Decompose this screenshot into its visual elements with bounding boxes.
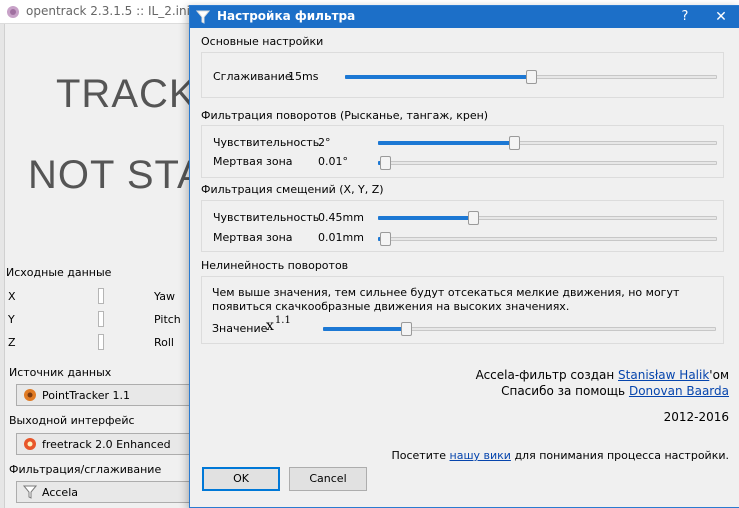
pointtracker-icon xyxy=(23,388,37,402)
tracker-source-value: PointTracker 1.1 xyxy=(42,389,130,402)
wiki-visit-suffix: для понимания процесса настройки. xyxy=(510,449,729,462)
axis-x-meter xyxy=(98,288,104,304)
nonlinearity-description: Чем выше значения, тем сильнее будут отс… xyxy=(212,286,680,313)
credit-thanks-line: Спасибо за помощь Donovan Baarda xyxy=(501,384,729,398)
tracker-source-select[interactable]: PointTracker 1.1 xyxy=(16,384,192,406)
opentrack-logo-icon xyxy=(6,5,20,19)
translation-sensitivity-label: Чувствительность xyxy=(213,211,320,224)
axis-z-label: Z xyxy=(8,336,16,349)
raw-data-label: Исходные данные xyxy=(6,266,112,279)
slider-fill xyxy=(345,75,531,79)
smoothing-slider[interactable] xyxy=(345,70,717,84)
main-window-title: opentrack 2.3.1.5 :: IL_2.ini xyxy=(26,4,190,18)
rotation-sensitivity-slider[interactable] xyxy=(378,136,717,150)
cancel-button[interactable]: Cancel xyxy=(289,467,367,491)
axis-x-label: X xyxy=(8,290,16,303)
credit-author-prefix: Accela-фильтр создан xyxy=(475,368,619,382)
dialog-titlebar: Настройка фильтра ? ✕ xyxy=(190,6,739,28)
smoothing-value: 15ms xyxy=(288,70,319,83)
tracking-status-line2: NOT STA xyxy=(28,153,205,197)
rotation-deadzone-value: 0.01° xyxy=(318,155,348,168)
rotation-filter-group: Чувствительность 2° Мертвая зона 0.01° xyxy=(201,125,724,178)
slider-fill xyxy=(378,141,514,145)
credit-author-suffix: 'ом xyxy=(709,368,729,382)
filter-label: Фильтрация/сглаживание xyxy=(9,463,162,476)
translation-deadzone-value: 0.01mm xyxy=(318,231,364,244)
wiki-link[interactable]: нашу вики xyxy=(450,449,511,462)
credit-years: 2012-2016 xyxy=(663,410,729,424)
slider-handle[interactable] xyxy=(467,211,479,225)
nonlinearity-value-label: Значение xyxy=(212,322,268,335)
translation-sensitivity-slider[interactable] xyxy=(378,211,717,225)
smoothing-label: Сглаживание xyxy=(213,70,292,83)
nonlinearity-exponent: x1.1 xyxy=(266,315,291,334)
freetrack-icon xyxy=(23,437,37,451)
wiki-visit-prefix: Посетите xyxy=(391,449,450,462)
nonlinearity-title: Нелинейность поворотов xyxy=(201,259,349,272)
axis-pitch-label: Pitch xyxy=(154,313,181,326)
tracking-status-line1: TRACK xyxy=(56,72,197,116)
source-label: Источник данных xyxy=(9,366,112,379)
protocol-output-value: freetrack 2.0 Enhanced xyxy=(42,438,171,451)
credit-thanks-prefix: Спасибо за помощь xyxy=(501,384,629,398)
translation-filter-title: Фильтрация смещений (X, Y, Z) xyxy=(201,183,384,196)
slider-handle[interactable] xyxy=(379,156,391,170)
translation-deadzone-slider[interactable] xyxy=(378,232,717,246)
author-link[interactable]: Stanisław Halik xyxy=(618,368,709,382)
slider-track xyxy=(378,237,717,241)
translation-sensitivity-value: 0.45mm xyxy=(318,211,364,224)
credit-author-line: Accela-фильтр создан Stanisław Halik'ом xyxy=(476,368,729,382)
basic-settings-group: Сглаживание 15ms xyxy=(201,52,724,98)
slider-handle[interactable] xyxy=(400,322,412,336)
filter-select[interactable]: Accela xyxy=(16,481,192,503)
exponent-base: x xyxy=(266,318,274,334)
slider-fill xyxy=(378,216,473,220)
main-left-border xyxy=(0,24,5,508)
slider-handle[interactable] xyxy=(526,70,537,84)
translation-filter-group: Чувствительность 0.45mm Мертвая зона 0.0… xyxy=(201,200,724,252)
rotation-sensitivity-value: 2° xyxy=(318,136,331,149)
axis-roll-label: Roll xyxy=(154,336,174,349)
rotation-sensitivity-label: Чувствительность xyxy=(213,136,320,149)
output-label: Выходной интерфейс xyxy=(9,414,135,427)
rotation-filter-title: Фильтрация поворотов (Рысканье, тангаж, … xyxy=(201,109,489,122)
accela-filter-icon xyxy=(22,485,38,499)
axis-z-meter xyxy=(98,334,104,350)
translation-deadzone-label: Мертвая зона xyxy=(213,231,293,244)
axis-yaw-label: Yaw xyxy=(154,290,175,303)
basic-settings-title: Основные настройки xyxy=(201,35,324,48)
wiki-visit-line: Посетите нашу вики для понимания процесс… xyxy=(391,449,729,462)
help-button[interactable]: ? xyxy=(674,7,696,27)
filter-settings-dialog: Настройка фильтра ? ✕ Основные настройки… xyxy=(189,5,739,508)
slider-fill xyxy=(323,327,406,331)
exponent-power: 1.1 xyxy=(274,315,291,326)
rotation-deadzone-label: Мертвая зона xyxy=(213,155,293,168)
filter-value: Accela xyxy=(42,486,78,499)
nonlinearity-slider[interactable] xyxy=(323,322,716,336)
axis-y-meter xyxy=(98,311,104,327)
filter-funnel-icon xyxy=(195,10,211,24)
slider-handle[interactable] xyxy=(508,136,520,150)
slider-handle[interactable] xyxy=(379,232,391,246)
slider-track xyxy=(378,161,717,165)
protocol-output-select[interactable]: freetrack 2.0 Enhanced xyxy=(16,433,192,455)
thanks-link[interactable]: Donovan Baarda xyxy=(629,384,729,398)
close-button[interactable]: ✕ xyxy=(710,7,732,27)
ok-button[interactable]: OK xyxy=(202,467,280,491)
axis-y-label: Y xyxy=(8,313,15,326)
dialog-title: Настройка фильтра xyxy=(217,9,356,23)
rotation-deadzone-slider[interactable] xyxy=(378,156,717,170)
